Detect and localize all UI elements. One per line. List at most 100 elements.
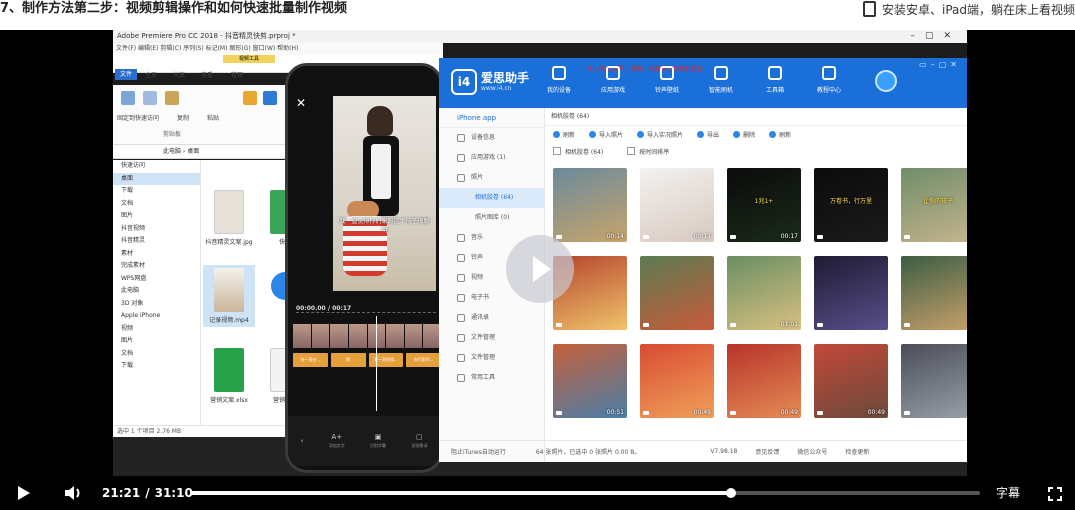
photo-thumb[interactable]: 让你的孩子 <box>901 168 967 242</box>
photo-thumb[interactable]: 万卷书，行万里 <box>814 168 888 242</box>
update-link[interactable]: 检查更新 <box>845 447 869 456</box>
nav-item[interactable]: 快速访问 <box>113 160 200 173</box>
text-clip[interactable]: 你一直在... <box>293 353 328 367</box>
nav-item[interactable]: 完成素材 <box>113 260 200 273</box>
progress-handle[interactable] <box>726 488 737 498</box>
sidebar-item-camera-roll[interactable]: 相机胶卷 (64) <box>439 188 544 208</box>
nav-item[interactable]: 文档 <box>113 348 200 361</box>
photo-thumb[interactable] <box>640 256 714 330</box>
nav-item[interactable]: 此电脑 <box>113 285 200 298</box>
download-icon[interactable] <box>875 70 897 92</box>
file-thumb <box>214 348 244 392</box>
nav-item[interactable]: 抖音视频 <box>113 223 200 236</box>
premiere-window-title: Adobe Premiere Pro CC 2018 - 抖音精灵快剪.prpr… <box>117 32 296 40</box>
thumb-caption: 让你的孩子 <box>922 198 953 205</box>
sidebar-header[interactable]: iPhone app <box>439 108 544 128</box>
nav-toolbox[interactable]: 工具箱 <box>755 64 795 94</box>
nav-item[interactable]: Apple iPhone <box>113 310 200 323</box>
explorer-tab-manage: 管理 <box>231 72 244 79</box>
video-camera-icon <box>730 411 736 415</box>
feedback-link[interactable]: 意见反馈 <box>755 447 779 456</box>
nav-item[interactable]: WPS网盘 <box>113 273 200 286</box>
text-clip[interactable]: 啊 <box>330 353 366 367</box>
thumb-duration: 00:17 <box>693 233 711 240</box>
wechat-link[interactable]: 微信公众号 <box>797 447 827 456</box>
nav-item[interactable]: 视频 <box>113 323 200 336</box>
file-item-selected[interactable]: 记录视频.mp4 <box>203 265 255 327</box>
nav-item[interactable]: 3D 对象 <box>113 298 200 311</box>
item-icon <box>457 334 465 342</box>
sidebar-item[interactable]: 应用游戏 (1) <box>439 148 544 168</box>
file-item[interactable]: 抖音精灵文案.jpg <box>203 190 255 246</box>
thumb-duration: 00:14 <box>606 233 624 240</box>
nav-flash[interactable]: 智能刷机 <box>701 64 741 94</box>
recognize-subtitle-button[interactable]: ▣ 识别字幕 <box>370 433 386 449</box>
wallpaper-icon <box>660 66 674 80</box>
text-clip[interactable]: 你们家的... <box>406 353 440 367</box>
file-item[interactable]: 营销文案.xlsx <box>203 348 255 404</box>
nav-item[interactable]: 文档 <box>113 198 200 211</box>
nav-ringtones[interactable]: 铃声壁纸 <box>647 64 687 94</box>
item-icon <box>457 254 465 262</box>
close-icon[interactable]: ✕ <box>296 96 306 110</box>
video-strip[interactable] <box>293 324 440 348</box>
file-name: 记录视频.mp4 <box>209 317 249 324</box>
sidebar-item[interactable]: 设备信息 <box>439 128 544 148</box>
sidebar-item[interactable]: 照片 <box>439 168 544 188</box>
text-clip[interactable]: 我一直觉得... <box>368 353 404 367</box>
volume-icon[interactable] <box>63 476 85 510</box>
photo-thumb[interactable]: 01:01 <box>727 256 801 330</box>
toolbar-import-live[interactable]: 导入实况照片 <box>637 130 683 139</box>
sort-by-time-checkbox[interactable]: 按时间排序 <box>627 147 669 156</box>
nav-apps[interactable]: 应用游戏 <box>593 64 633 94</box>
video-player[interactable]: Adobe Premiere Pro CC 2018 - 抖音精灵快剪.prpr… <box>0 30 1075 476</box>
back-icon[interactable]: ‹ <box>301 437 304 445</box>
preview-subtitle: 我一直觉得你们家的这个孩子很聪明 <box>339 218 430 234</box>
photo-thumb[interactable]: 00:49 <box>727 344 801 418</box>
add-text-button[interactable]: A+ 添加文字 <box>329 433 345 449</box>
itunes-checkbox[interactable]: 阻止iTunes自动运行 <box>451 447 506 456</box>
nav-item[interactable]: 图片 <box>113 210 200 223</box>
sidebar-item[interactable]: 通讯录 <box>439 308 544 328</box>
nav-item[interactable]: 抖音精灵 <box>113 235 200 248</box>
sidebar-item[interactable]: 常用工具 <box>439 368 544 388</box>
photo-thumb[interactable] <box>901 256 967 330</box>
photo-thumb[interactable]: 00:49 <box>640 344 714 418</box>
nav-item[interactable]: 下载 <box>113 360 200 373</box>
toolbar-refresh[interactable]: 刷新 <box>553 130 575 139</box>
photo-thumb[interactable]: 1兆1+ 00:17 <box>727 168 801 242</box>
select-all-checkbox[interactable]: 相机胶卷 (64) <box>553 147 603 156</box>
playhead[interactable] <box>376 316 377 411</box>
i4-main: 相机胶卷 (64) 刷新 导入照片 导入实况照片 导出 删除 刷新 相机胶卷 (… <box>545 108 967 440</box>
photo-thumb[interactable]: 00:14 <box>553 168 627 242</box>
toolbar-delete[interactable]: 删除 <box>733 130 755 139</box>
sidebar-item[interactable]: 照片图库 (0) <box>439 208 544 228</box>
progress-bar[interactable] <box>190 488 980 498</box>
sidebar-item[interactable]: 文件管理 <box>439 328 544 348</box>
toolbar-export[interactable]: 导出 <box>697 130 719 139</box>
nav-item[interactable]: 图片 <box>113 335 200 348</box>
photo-thumb[interactable]: 00:17 <box>640 168 714 242</box>
video-camera-icon <box>643 235 649 239</box>
toolbar-import-photos[interactable]: 导入照片 <box>589 130 623 139</box>
photo-thumb[interactable]: 00:51 <box>553 344 627 418</box>
i4-window-controls[interactable]: ▭–▢✕ <box>919 60 961 69</box>
recognize-lyrics-button[interactable]: ▢ 识别歌词 <box>411 433 427 449</box>
big-play-button[interactable] <box>506 235 574 303</box>
nav-item[interactable]: 下载 <box>113 185 200 198</box>
photo-thumb[interactable]: 00:49 <box>814 344 888 418</box>
sidebar-item[interactable]: 文件管理 <box>439 348 544 368</box>
play-icon[interactable] <box>18 476 34 510</box>
video-preview: 我一直觉得你们家的这个孩子很聪明 <box>333 96 436 291</box>
nav-item[interactable]: 桌面 <box>113 172 200 185</box>
install-app-link[interactable]: 安装安卓、iPad端，躺在床上看视频 <box>862 0 1075 18</box>
photo-thumb[interactable] <box>901 344 967 418</box>
toolbar-refresh-2[interactable]: 刷新 <box>769 130 791 139</box>
subtitle-button[interactable]: 字幕 <box>996 476 1020 510</box>
i4-site: www.i4.cn <box>481 85 512 92</box>
fullscreen-icon[interactable] <box>1048 486 1062 501</box>
nav-item[interactable]: 素材 <box>113 248 200 261</box>
nav-my-device[interactable]: 我的设备 <box>539 64 579 94</box>
nav-tutorials[interactable]: 教程中心 <box>809 64 849 94</box>
photo-thumb[interactable] <box>814 256 888 330</box>
